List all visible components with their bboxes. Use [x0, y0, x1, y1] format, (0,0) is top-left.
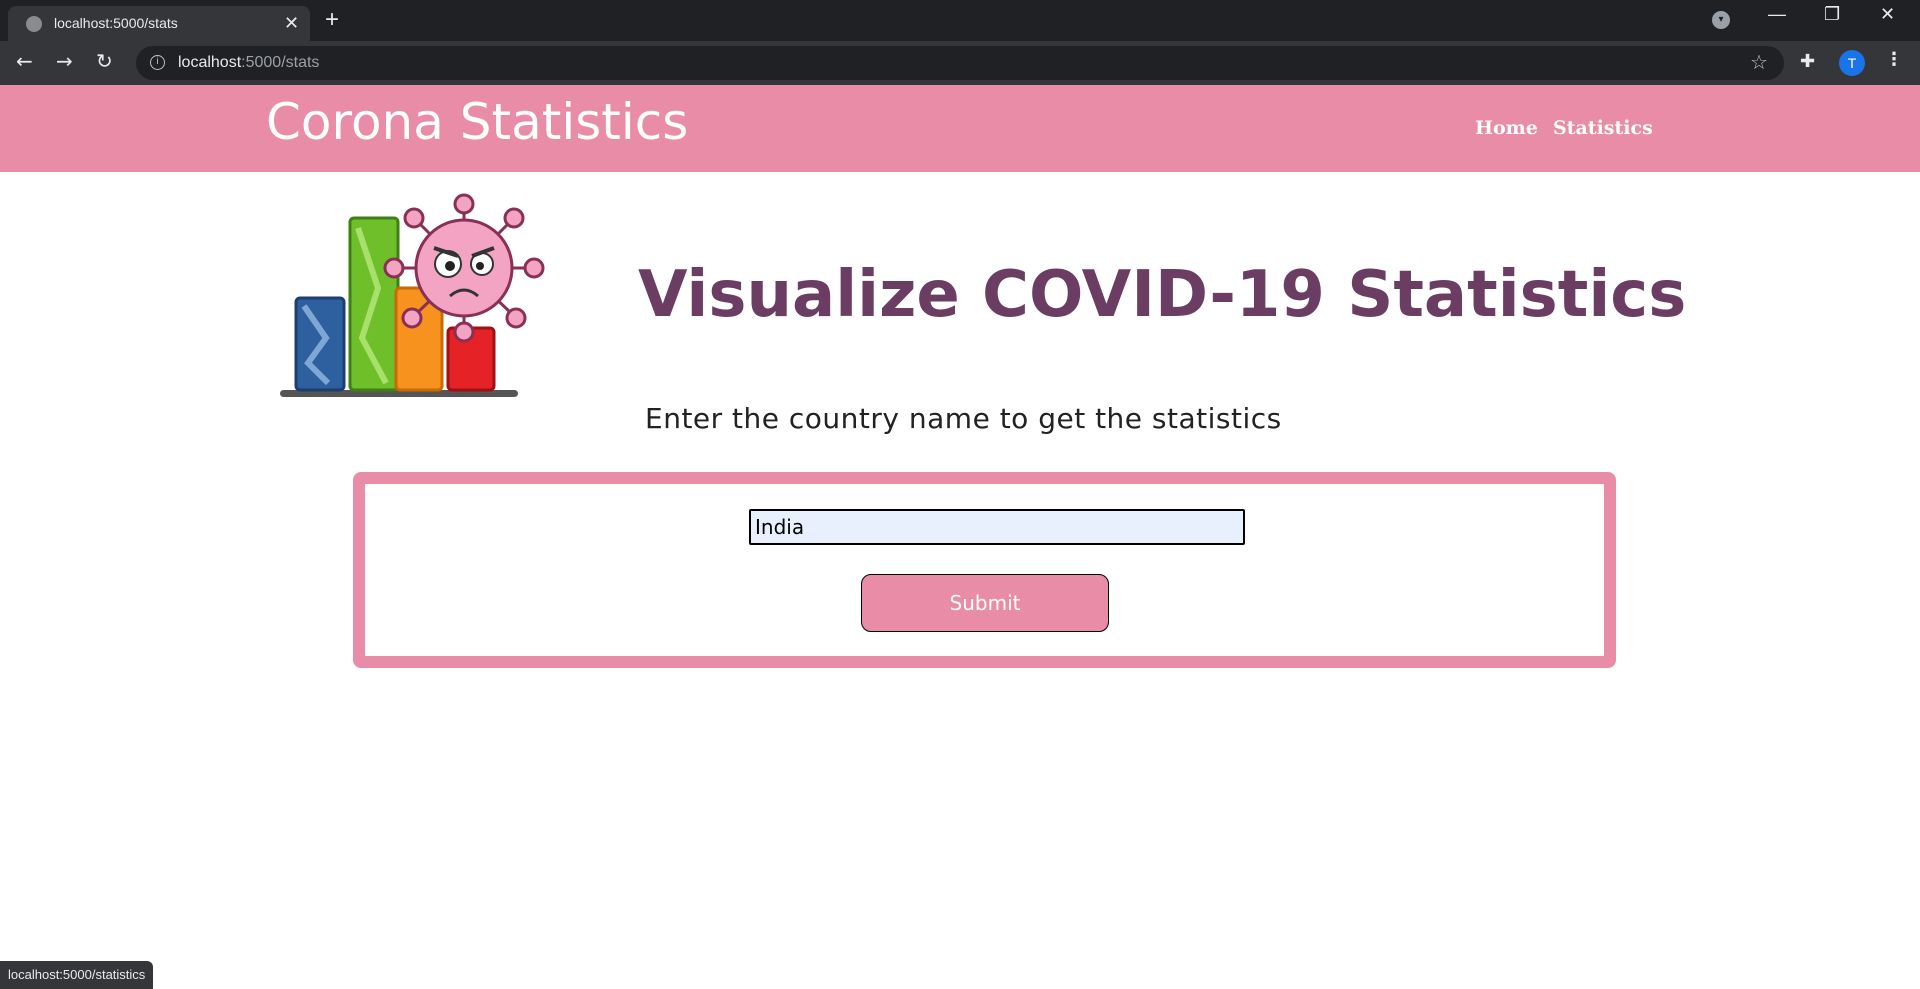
- minimize-icon[interactable]: —: [1768, 4, 1786, 25]
- close-icon[interactable]: ✕: [284, 13, 299, 34]
- star-icon[interactable]: ☆: [1750, 50, 1768, 74]
- site-header: Corona Statistics Home Statistics: [0, 85, 1920, 172]
- country-input[interactable]: [749, 509, 1245, 545]
- window-close-icon[interactable]: ✕: [1880, 4, 1895, 25]
- forward-icon[interactable]: →: [56, 49, 73, 73]
- tab-search-icon[interactable]: ▾: [1712, 11, 1730, 29]
- kebab-menu-icon[interactable]: ⋮: [1885, 49, 1903, 70]
- url-text: localhost:5000/stats: [178, 54, 319, 72]
- chart-virus-logo: [280, 193, 545, 397]
- submit-button[interactable]: Submit: [861, 574, 1109, 632]
- page-subtitle: Enter the country name to get the statis…: [645, 402, 1282, 435]
- page-title: Visualize COVID-19 Statistics: [638, 258, 1687, 332]
- back-icon[interactable]: ←: [16, 49, 33, 73]
- nav-statistics-link[interactable]: Statistics: [1553, 117, 1653, 139]
- url-host: localhost: [178, 54, 242, 71]
- browser-tabstrip: localhost:5000/stats ✕ + ▾ — ❐ ✕: [0, 0, 1920, 41]
- address-bar[interactable]: i localhost:5000/stats ☆: [136, 46, 1784, 80]
- country-search-form: Submit: [353, 472, 1616, 668]
- info-icon[interactable]: i: [150, 55, 165, 70]
- puzzle-icon[interactable]: ✚: [1800, 51, 1815, 72]
- restore-icon[interactable]: ❐: [1824, 4, 1840, 25]
- avatar[interactable]: T: [1839, 50, 1865, 76]
- browser-tab[interactable]: localhost:5000/stats ✕: [8, 6, 310, 41]
- browser-toolbar: ← → ↻ i localhost:5000/stats ☆ ✚ T ⋮: [0, 41, 1920, 85]
- plus-icon[interactable]: +: [325, 6, 339, 34]
- tab-title: localhost:5000/stats: [54, 15, 178, 31]
- globe-icon: [26, 16, 42, 32]
- nav-home-link[interactable]: Home: [1475, 117, 1538, 139]
- status-url-bubble: localhost:5000/statistics: [0, 961, 154, 989]
- site-brand[interactable]: Corona Statistics: [266, 93, 688, 151]
- reload-icon[interactable]: ↻: [96, 49, 113, 73]
- url-path: :5000/stats: [241, 54, 320, 71]
